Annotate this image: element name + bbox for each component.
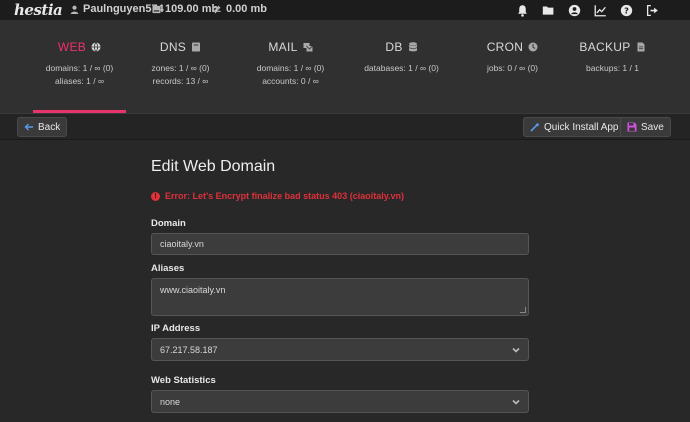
clock-icon <box>528 42 538 52</box>
book-icon <box>192 42 201 52</box>
web-statistics-select[interactable]: none <box>151 390 529 413</box>
database-icon <box>408 42 417 52</box>
bandwidth-usage: 0.00 mb <box>212 3 267 15</box>
tab-cron-stat: jobs: 0 / ∞ (0) <box>487 63 538 73</box>
disk-usage: 109.00 mb <box>152 3 218 15</box>
ip-address-label: IP Address <box>151 323 201 334</box>
error-message: ! Error: Let's Encrypt finalize bad stat… <box>151 191 404 201</box>
disk-usage-value: 109.00 mb <box>165 3 219 15</box>
aliases-textarea-value: www.ciaoitaly.vn <box>160 285 226 295</box>
resize-handle-icon[interactable] <box>520 307 526 313</box>
transfer-icon <box>213 5 221 13</box>
tab-db-stat: databases: 1 / ∞ (0) <box>364 63 439 73</box>
ip-address-select[interactable]: 67.217.58.187 <box>151 338 529 361</box>
help-icon[interactable]: ? <box>618 2 634 18</box>
save-button[interactable]: Save <box>620 117 671 137</box>
user-icon <box>70 5 79 14</box>
bell-icon[interactable] <box>514 2 530 18</box>
main-nav: WEB domains: 1 / ∞ (0) aliases: 1 / ∞ DN… <box>0 20 690 113</box>
chevron-down-icon <box>512 398 520 406</box>
chart-icon[interactable] <box>592 2 608 18</box>
arrow-left-icon <box>24 123 33 131</box>
tab-web-stat: domains: 1 / ∞ (0) <box>45 63 114 73</box>
tab-web[interactable]: WEB domains: 1 / ∞ (0) aliases: 1 / ∞ <box>33 20 126 113</box>
domain-input[interactable]: ciaoitaly.vn <box>151 233 529 255</box>
quick-install-app-button[interactable]: Quick Install App <box>523 117 626 137</box>
toolbar: Back Quick Install App Save <box>0 113 690 140</box>
globe-icon <box>91 42 101 52</box>
bandwidth-value: 0.00 mb <box>226 3 267 15</box>
tab-backup-title: BACKUP <box>579 40 631 54</box>
user-menu[interactable]: Paulnguyen574 <box>70 3 164 15</box>
tab-dns-stat: records: 13 / ∞ <box>152 76 209 86</box>
tab-dns-title: DNS <box>159 40 187 54</box>
tab-db[interactable]: DB databases: 1 / ∞ (0) <box>355 20 448 111</box>
folder-icon[interactable] <box>540 2 556 18</box>
web-statistics-label: Web Statistics <box>151 375 216 386</box>
back-button[interactable]: Back <box>17 117 68 137</box>
aliases-label: Aliases <box>151 263 185 274</box>
tab-db-title: DB <box>385 40 403 54</box>
error-text: Error: Let's Encrypt finalize bad status… <box>165 191 405 201</box>
domain-label: Domain <box>151 218 186 229</box>
tab-backup-stat: backups: 1 / 1 <box>586 63 639 73</box>
alert-icon: ! <box>151 191 160 201</box>
aliases-textarea[interactable]: www.ciaoitaly.vn <box>151 278 529 316</box>
page-title: Edit Web Domain <box>151 158 276 175</box>
tab-cron[interactable]: CRON jobs: 0 / ∞ (0) <box>466 20 559 111</box>
svg-text:?: ? <box>624 5 629 15</box>
hdd-icon <box>152 5 161 13</box>
tab-mail-stat: domains: 1 / ∞ (0) <box>256 63 325 73</box>
ip-address-select-value: 67.217.58.187 <box>160 344 218 355</box>
tab-mail-title: MAIL <box>268 40 298 54</box>
tab-dns-stat: zones: 1 / ∞ (0) <box>151 63 210 73</box>
top-bar: hestia Paulnguyen574 109.00 mb 0.00 mb ? <box>0 0 690 20</box>
quick-install-app-label: Quick Install App <box>544 121 619 133</box>
chevron-down-icon <box>512 346 520 354</box>
floppy-disk-icon <box>627 122 637 132</box>
mail-icon <box>303 43 313 52</box>
web-statistics-select-value: none <box>160 396 181 407</box>
tab-cron-title: CRON <box>486 40 524 54</box>
hestia-logo[interactable]: hestia <box>14 1 63 19</box>
tab-backup[interactable]: BACKUP backups: 1 / 1 <box>566 20 659 111</box>
file-icon <box>637 42 645 52</box>
tab-mail[interactable]: MAIL domains: 1 / ∞ (0) accounts: 0 / ∞ <box>244 20 337 111</box>
tab-web-title: WEB <box>57 40 87 54</box>
back-button-label: Back <box>38 121 61 133</box>
magic-wand-icon <box>530 122 540 132</box>
save-button-label: Save <box>641 121 664 133</box>
user-circle-icon[interactable] <box>566 2 582 18</box>
domain-input-value: ciaoitaly.vn <box>160 239 204 249</box>
logout-icon[interactable] <box>644 2 660 18</box>
tab-web-stat: aliases: 1 / ∞ <box>54 76 105 86</box>
tab-dns[interactable]: DNS zones: 1 / ∞ (0) records: 13 / ∞ <box>134 20 227 111</box>
tab-mail-stat: accounts: 0 / ∞ <box>262 76 319 86</box>
